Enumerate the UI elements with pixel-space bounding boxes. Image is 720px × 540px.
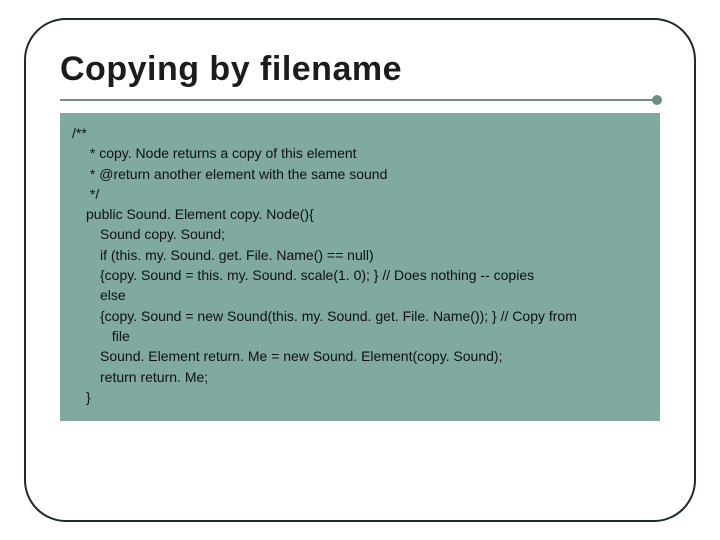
title-underline bbox=[60, 97, 660, 103]
code-line: else bbox=[72, 285, 648, 305]
code-line: Sound. Element return. Me = new Sound. E… bbox=[72, 346, 648, 366]
code-line: public Sound. Element copy. Node(){ bbox=[72, 204, 648, 224]
code-line: {copy. Sound = this. my. Sound. scale(1.… bbox=[72, 265, 648, 285]
code-line: * @return another element with the same … bbox=[72, 164, 648, 184]
code-line: return return. Me; bbox=[72, 367, 648, 387]
code-line: /** bbox=[72, 123, 648, 143]
code-line: if (this. my. Sound. get. File. Name() =… bbox=[72, 245, 648, 265]
slide: Copying by filename /** * copy. Node ret… bbox=[0, 0, 720, 540]
slide-content: Copying by filename /** * copy. Node ret… bbox=[60, 50, 660, 421]
code-line: */ bbox=[72, 184, 648, 204]
code-block: /** * copy. Node returns a copy of this … bbox=[60, 113, 660, 421]
code-line: } bbox=[72, 387, 648, 407]
slide-title: Copying by filename bbox=[60, 50, 660, 95]
code-line: {copy. Sound = new Sound(this. my. Sound… bbox=[72, 306, 648, 326]
underline-dot-icon bbox=[652, 95, 662, 105]
code-line: Sound copy. Sound; bbox=[72, 224, 648, 244]
code-line: file bbox=[72, 326, 648, 346]
code-line: * copy. Node returns a copy of this elem… bbox=[72, 143, 648, 163]
underline-line bbox=[60, 99, 660, 101]
